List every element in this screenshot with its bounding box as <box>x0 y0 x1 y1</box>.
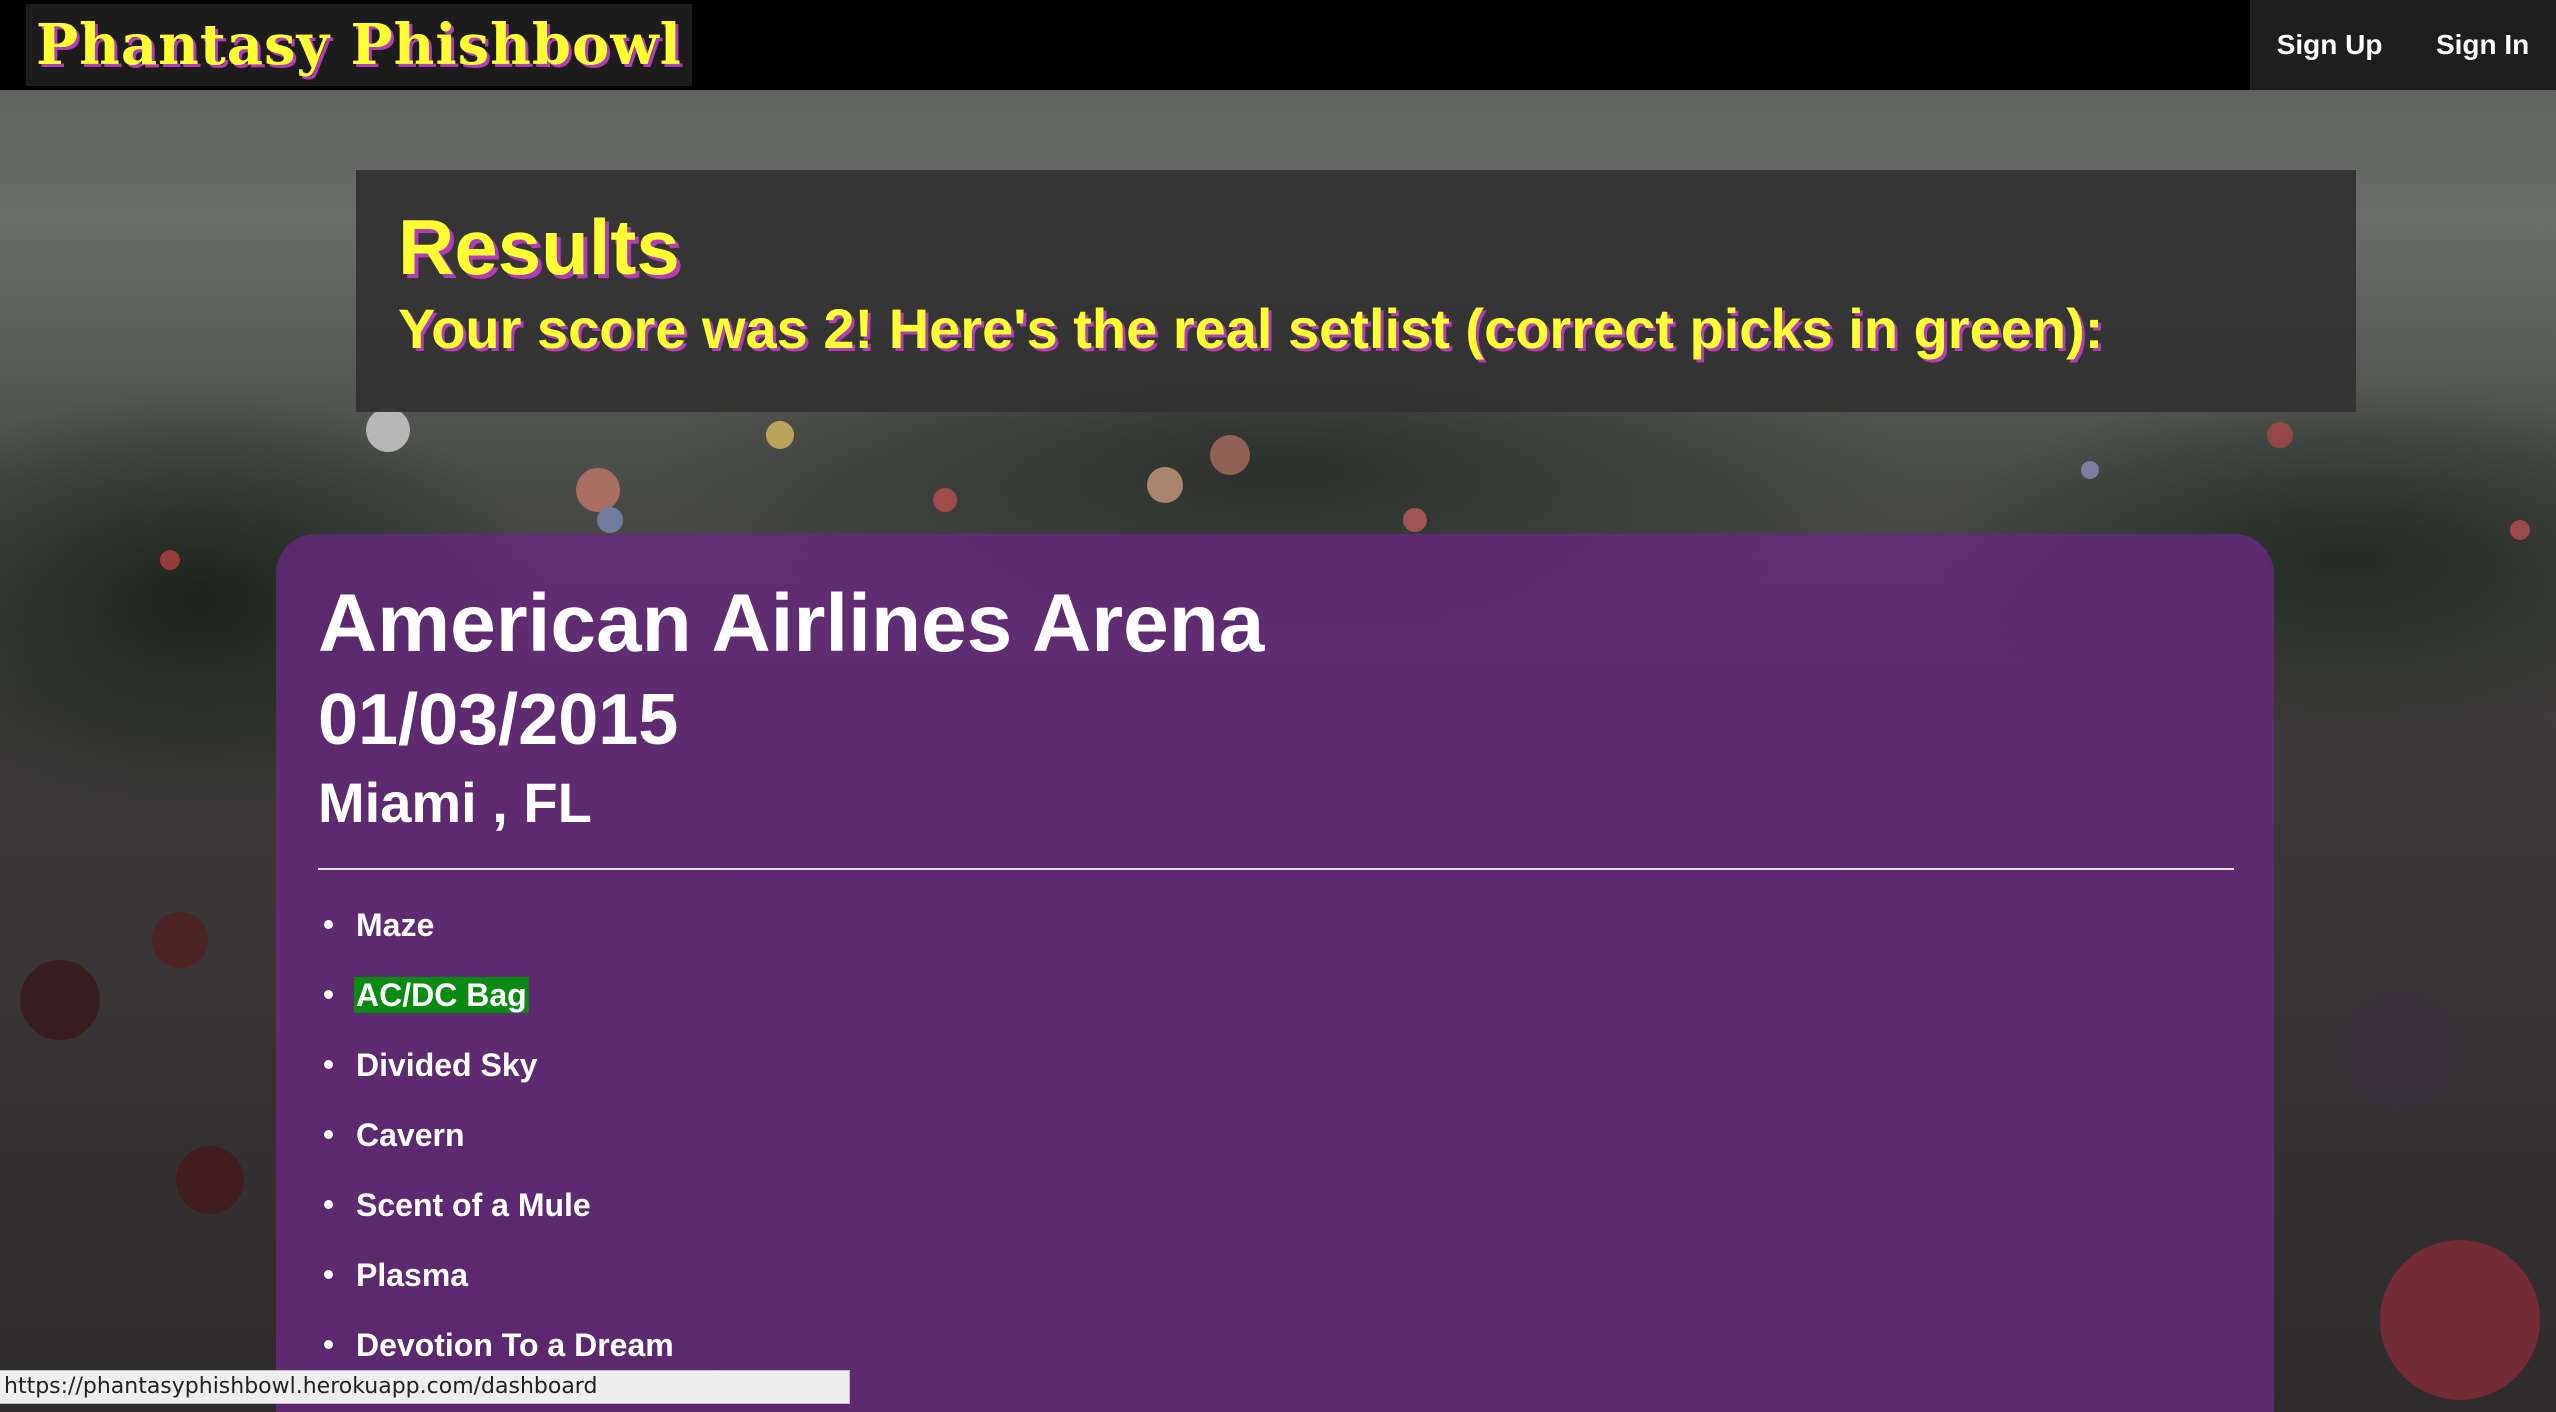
setlist-item: Plasma <box>324 1240 2232 1310</box>
results-score-message: Your score was 2! Here's the real setlis… <box>398 297 2104 360</box>
status-bar-url: https://phantasyphishbowl.herokuapp.com/… <box>0 1370 850 1404</box>
song-name: Maze <box>356 907 435 943</box>
results-title: Results <box>398 203 680 291</box>
song-name: AC/DC Bag <box>354 977 529 1013</box>
song-name: Divided Sky <box>356 1047 538 1083</box>
song-name: Cavern <box>356 1117 465 1153</box>
song-name: Devotion To a Dream <box>356 1327 674 1363</box>
brand-logo[interactable]: Phantasy Phishbowl <box>26 4 692 86</box>
show-location: Miami , FL <box>318 771 592 834</box>
results-panel: Results Your score was 2! Here's the rea… <box>356 170 2356 412</box>
song-name: Plasma <box>356 1257 469 1293</box>
setlist-item: Maze <box>324 890 2232 960</box>
navbar: Phantasy Phishbowl Sign Up Sign In <box>0 0 2556 90</box>
nav-links: Sign Up Sign In <box>2250 0 2556 90</box>
setlist: Maze AC/DC Bag Divided Sky Cavern Scent … <box>318 890 2232 1380</box>
song-name: Scent of a Mule <box>356 1187 591 1223</box>
setlist-item: Divided Sky <box>324 1030 2232 1100</box>
sign-in-link[interactable]: Sign In <box>2436 29 2529 61</box>
sign-up-link[interactable]: Sign Up <box>2277 29 2383 61</box>
divider <box>318 868 2234 870</box>
venue-name: American Airlines Arena <box>318 578 1265 669</box>
show-card: American Airlines Arena 01/03/2015 Miami… <box>276 534 2274 1412</box>
show-date: 01/03/2015 <box>318 680 679 760</box>
setlist-item: Cavern <box>324 1100 2232 1170</box>
setlist-item: Scent of a Mule <box>324 1170 2232 1240</box>
setlist-item: AC/DC Bag <box>324 960 2232 1030</box>
